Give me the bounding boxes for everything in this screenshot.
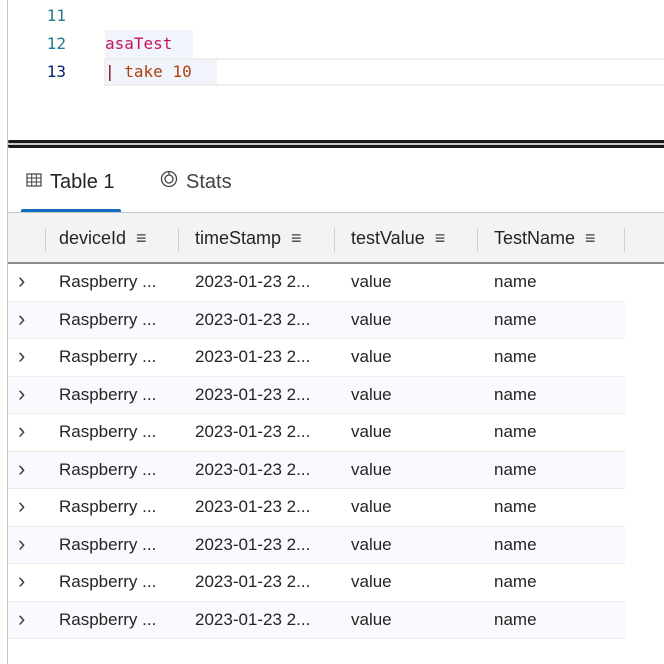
- cell-testname: name: [494, 272, 537, 291]
- editor-line[interactable]: 11: [8, 2, 664, 30]
- line-number: 13: [46, 62, 66, 81]
- table-icon: [26, 171, 42, 194]
- column-menu-icon[interactable]: ≡: [435, 228, 446, 249]
- column-header-testname[interactable]: TestName ≡: [494, 213, 596, 263]
- table-body: › Raspberry ... 2023-01-23 2... value name › R…: [8, 264, 664, 639]
- editor-line[interactable]: 12 asaTest: [8, 30, 664, 58]
- cell-testvalue: value: [351, 459, 392, 479]
- cell-testname: name: [494, 497, 537, 516]
- cell-testvalue: value: [351, 347, 392, 366]
- tab-label: Stats: [186, 170, 232, 193]
- column-menu-icon[interactable]: ≡: [291, 228, 302, 249]
- cell-deviceid: Raspberry ...: [59, 272, 157, 291]
- cell-testname: name: [494, 534, 537, 554]
- cell-deviceid: Raspberry ...: [59, 609, 157, 629]
- cell-testname: name: [494, 384, 537, 404]
- column-header-timestamp[interactable]: timeStamp ≡: [195, 213, 302, 263]
- table-row[interactable]: › Raspberry ... 2023-01-23 2... value name: [8, 414, 625, 452]
- cell-deviceid: Raspberry ...: [59, 309, 157, 329]
- table-row[interactable]: › Raspberry ... 2023-01-23 2... value name: [8, 301, 625, 339]
- table-header: deviceId ≡ timeStamp ≡ testValue ≡ TestN…: [8, 212, 664, 264]
- cell-testname: name: [494, 422, 537, 441]
- expand-row-chevron-icon[interactable]: ›: [18, 302, 25, 336]
- expand-row-chevron-icon[interactable]: ›: [18, 452, 25, 486]
- query-editor[interactable]: 11 12 asaTest 13 | take 10: [8, 0, 664, 140]
- cell-deviceid: Raspberry ...: [59, 347, 157, 366]
- table-row[interactable]: › Raspberry ... 2023-01-23 2... value name: [8, 564, 625, 602]
- cell-testname: name: [494, 572, 537, 591]
- expand-row-chevron-icon[interactable]: ›: [18, 339, 25, 373]
- cell-testvalue: value: [351, 272, 392, 291]
- cell-deviceid: Raspberry ...: [59, 534, 157, 554]
- expand-row-chevron-icon[interactable]: ›: [18, 602, 25, 636]
- cell-timestamp: 2023-01-23 2...: [195, 384, 311, 404]
- expand-row-chevron-icon[interactable]: ›: [18, 489, 25, 523]
- column-menu-icon[interactable]: ≡: [585, 228, 596, 249]
- cell-deviceid: Raspberry ...: [59, 572, 157, 591]
- cell-testname: name: [494, 309, 537, 329]
- expand-row-chevron-icon[interactable]: ›: [18, 527, 25, 561]
- cell-deviceid: Raspberry ...: [59, 384, 157, 404]
- cell-testvalue: value: [351, 309, 392, 329]
- expand-row-chevron-icon[interactable]: ›: [18, 564, 25, 598]
- table-row[interactable]: › Raspberry ... 2023-01-23 2... value name: [8, 376, 625, 414]
- cell-timestamp: 2023-01-23 2...: [195, 534, 311, 554]
- cell-timestamp: 2023-01-23 2...: [195, 572, 311, 591]
- cell-timestamp: 2023-01-23 2...: [195, 422, 311, 441]
- tab-stats[interactable]: Stats: [160, 168, 232, 196]
- cell-testvalue: value: [351, 609, 392, 629]
- cell-timestamp: 2023-01-23 2...: [195, 609, 311, 629]
- stats-icon: [160, 170, 178, 194]
- cell-testvalue: value: [351, 534, 392, 554]
- table-row[interactable]: › Raspberry ... 2023-01-23 2... value name: [8, 339, 625, 377]
- editor-line[interactable]: 13 | take 10: [8, 58, 664, 86]
- cell-deviceid: Raspberry ...: [59, 459, 157, 479]
- table-row[interactable]: › Raspberry ... 2023-01-23 2... value name: [8, 451, 625, 489]
- results-tabs: Table 1 Stats: [8, 148, 664, 212]
- cell-deviceid: Raspberry ...: [59, 497, 157, 516]
- cell-testname: name: [494, 347, 537, 366]
- cell-testname: name: [494, 459, 537, 479]
- cell-testvalue: value: [351, 572, 392, 591]
- table-row[interactable]: › Raspberry ... 2023-01-23 2... value name: [8, 526, 625, 564]
- tab-label: Table 1: [50, 170, 115, 193]
- line-number: 12: [46, 34, 66, 53]
- cell-testvalue: value: [351, 422, 392, 441]
- expand-row-chevron-icon[interactable]: ›: [18, 264, 25, 298]
- column-header-testvalue[interactable]: testValue ≡: [351, 213, 445, 263]
- column-menu-icon[interactable]: ≡: [136, 228, 147, 249]
- table-row[interactable]: › Raspberry ... 2023-01-23 2... value name: [8, 601, 625, 639]
- cell-timestamp: 2023-01-23 2...: [195, 459, 311, 479]
- line-number: 11: [46, 6, 66, 25]
- table-row[interactable]: › Raspberry ... 2023-01-23 2... value name: [8, 264, 625, 302]
- cell-testvalue: value: [351, 497, 392, 516]
- column-header-deviceid[interactable]: deviceId ≡: [59, 213, 147, 263]
- line-code: asaTest: [105, 34, 173, 53]
- results-table: deviceId ≡ timeStamp ≡ testValue ≡ TestN…: [8, 212, 664, 639]
- expand-row-chevron-icon[interactable]: ›: [18, 414, 25, 448]
- line-code: take 10: [124, 62, 192, 81]
- tab-table-1[interactable]: Table 1: [26, 168, 115, 196]
- pane-splitter[interactable]: [8, 140, 664, 148]
- pipe-operator: |: [105, 62, 115, 81]
- cell-timestamp: 2023-01-23 2...: [195, 347, 311, 366]
- table-row[interactable]: › Raspberry ... 2023-01-23 2... value name: [8, 489, 625, 527]
- cell-deviceid: Raspberry ...: [59, 422, 157, 441]
- cell-testvalue: value: [351, 384, 392, 404]
- expand-row-chevron-icon[interactable]: ›: [18, 377, 25, 411]
- cell-timestamp: 2023-01-23 2...: [195, 309, 311, 329]
- cell-testname: name: [494, 609, 537, 629]
- cell-timestamp: 2023-01-23 2...: [195, 497, 311, 516]
- cell-timestamp: 2023-01-23 2...: [195, 272, 311, 291]
